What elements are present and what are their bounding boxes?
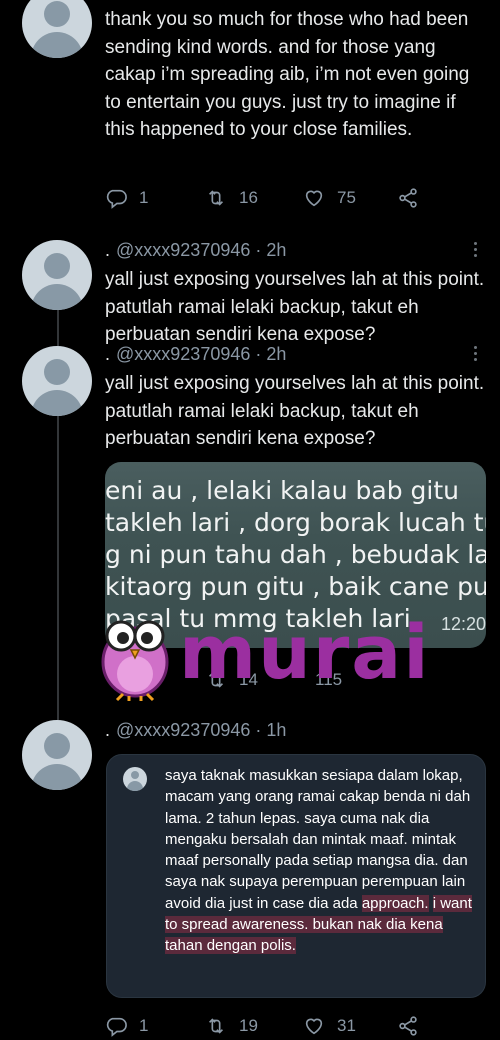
share-icon (399, 188, 417, 208)
user-handle[interactable]: @xxxx92370946 · 2h (116, 240, 286, 261)
share-button[interactable] (397, 187, 419, 209)
user-handle[interactable]: @xxxx92370946 · 2h (116, 344, 286, 365)
retweet-button[interactable]: 16 (205, 187, 303, 209)
quoted-message-text: saya taknak masukkan sesiapa dalam lokap… (165, 765, 475, 957)
media-text-line: eni au , lelaki kalau bab gitu (105, 476, 459, 505)
tweet-header: . @xxxx92370946 · 2h (105, 344, 286, 365)
heart-icon (305, 1018, 323, 1035)
tweet-text: thank you so much for those who had been… (105, 9, 470, 140)
quote-highlight: approach. (361, 894, 429, 912)
quoted-message-image[interactable]: saya taknak masukkan sesiapa dalam lokap… (106, 754, 486, 998)
avatar[interactable] (22, 240, 92, 310)
avatar (123, 767, 147, 791)
tweet-header: . @xxxx92370946 · 1h (105, 720, 286, 741)
like-count: 31 (337, 1016, 356, 1035)
owl-mascot-icon (101, 620, 169, 702)
tweet-actions: 1 19 31 (105, 1012, 445, 1040)
tweet-actions: 1 16 75 (105, 184, 445, 212)
reply-count: 1 (139, 1016, 149, 1035)
like-count: 75 (337, 188, 356, 207)
thread-line (57, 402, 59, 720)
reply-count: 1 (139, 188, 149, 207)
watermark-text: murai (179, 610, 431, 696)
username[interactable]: . (105, 344, 110, 365)
watermark-logo: murai (95, 610, 455, 702)
retweet-count: 16 (239, 188, 258, 207)
quote-text-main: saya taknak masukkan sesiapa dalam lokap… (165, 767, 471, 912)
reply-icon (106, 1017, 127, 1037)
avatar[interactable] (22, 346, 92, 416)
share-icon (399, 1016, 417, 1036)
username[interactable]: . (105, 240, 110, 261)
like-button[interactable]: 75 (303, 187, 397, 209)
tweet-text: yall just exposing yourselves lah at thi… (105, 373, 485, 449)
media-text-line: kitaorg pun gitu , baik cane pun (105, 572, 486, 601)
more-options-icon[interactable] (472, 346, 478, 361)
media-text-line: g ni pun tahu dah , bebudak laki (105, 540, 486, 569)
media-text-line: takleh lari , dorg borak lucah tu (105, 508, 486, 537)
retweet-count: 19 (239, 1016, 258, 1035)
like-button[interactable]: 31 (303, 1015, 397, 1037)
avatar[interactable] (22, 0, 92, 58)
tweet-header: . @xxxx92370946 · 2h (105, 240, 286, 261)
reply-button[interactable]: 1 (105, 187, 205, 209)
username[interactable]: . (105, 720, 110, 741)
retweet-icon (208, 1018, 224, 1034)
heart-icon (305, 190, 323, 207)
avatar[interactable] (22, 720, 92, 790)
retweet-button[interactable]: 19 (205, 1015, 303, 1037)
more-options-icon[interactable] (472, 242, 478, 257)
reply-button[interactable]: 1 (105, 1015, 205, 1037)
user-handle[interactable]: @xxxx92370946 · 1h (116, 720, 286, 741)
reply-icon (106, 189, 127, 209)
share-button[interactable] (397, 1015, 419, 1037)
retweet-icon (208, 190, 224, 206)
tweet-text: yall just exposing yourselves lah at thi… (105, 269, 485, 345)
